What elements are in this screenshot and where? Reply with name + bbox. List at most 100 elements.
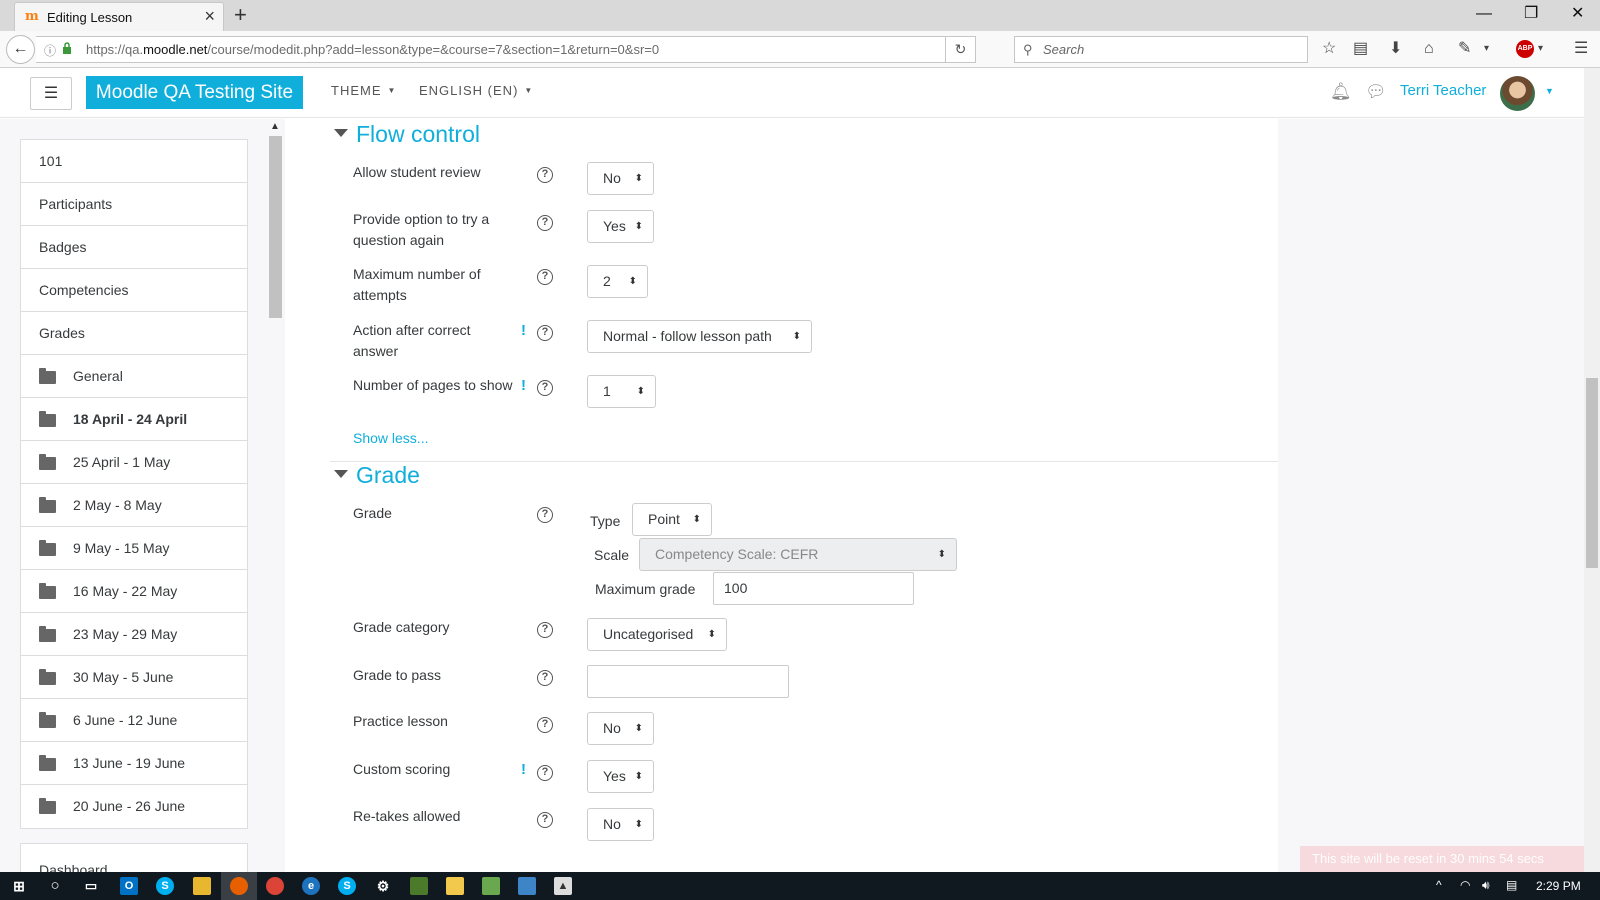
nav-item[interactable]: 20 June - 26 June xyxy=(21,785,247,828)
retakes-allowed-select[interactable]: No ⬍ xyxy=(587,808,654,841)
page-scroll-thumb[interactable] xyxy=(1586,378,1598,568)
user-menu-chevron-icon[interactable]: ▼ xyxy=(1545,86,1554,96)
custom-scoring-select[interactable]: Yes ⬍ xyxy=(587,760,654,793)
allow-review-select[interactable]: No ⬍ xyxy=(587,162,654,195)
file-explorer-icon[interactable] xyxy=(193,877,211,895)
pages-to-show-select[interactable]: 1 ⬍ xyxy=(587,375,656,408)
grade-scale-select[interactable]: Competency Scale: CEFR ⬍ xyxy=(639,538,957,571)
theme-menu[interactable]: THEME ▼ xyxy=(331,83,396,98)
help-icon[interactable]: ? xyxy=(537,812,553,828)
settings-gear-icon[interactable]: ⚙ xyxy=(374,877,392,895)
nav-item[interactable]: General xyxy=(21,355,247,398)
app-icon[interactable] xyxy=(410,877,428,895)
reading-list-icon[interactable]: ▤ xyxy=(1353,39,1368,59)
task-view-icon[interactable]: ▭ xyxy=(82,877,100,895)
nav-item[interactable]: 101 xyxy=(21,140,247,183)
avatar[interactable] xyxy=(1500,76,1535,111)
help-icon[interactable]: ? xyxy=(537,670,553,686)
language-menu[interactable]: ENGLISH (EN) ▼ xyxy=(419,83,533,98)
nav-item[interactable]: 25 April - 1 May xyxy=(21,441,247,484)
nav-item[interactable]: Competencies xyxy=(21,269,247,312)
nav-item[interactable]: 6 June - 12 June xyxy=(21,699,247,742)
notepad-icon[interactable] xyxy=(446,877,464,895)
back-icon[interactable]: ← xyxy=(6,35,35,64)
grade-section-toggle[interactable]: Grade xyxy=(334,462,420,489)
outlook-icon[interactable]: O xyxy=(120,877,138,895)
nav-item[interactable]: 2 May - 8 May xyxy=(21,484,247,527)
download-icon[interactable]: ⬇ xyxy=(1389,39,1402,59)
skype-business-icon[interactable]: S xyxy=(338,877,356,895)
flow-control-section-toggle[interactable]: Flow control xyxy=(334,121,480,148)
info-icon[interactable]: ⓘ xyxy=(44,42,56,59)
reload-icon[interactable]: ↻ xyxy=(945,37,975,62)
nav-drawer-toggle-icon[interactable]: ☰ xyxy=(30,77,72,110)
grade-to-pass-input[interactable] xyxy=(587,665,789,698)
taskbar-clock[interactable]: 2:29 PM xyxy=(1536,879,1581,893)
user-menu-name[interactable]: Terri Teacher xyxy=(1400,82,1486,99)
action-center-icon[interactable]: ▤ xyxy=(1506,878,1517,892)
scroll-up-icon[interactable]: ▲ xyxy=(270,121,280,132)
dashboard-nav-item[interactable]: Dashboard xyxy=(20,843,248,872)
adblock-dropdown-icon[interactable]: ▾ xyxy=(1538,39,1543,59)
site-name-link[interactable]: Moodle QA Testing Site xyxy=(86,76,303,109)
tab-close-icon[interactable]: × xyxy=(204,7,215,25)
max-grade-input[interactable]: 100 xyxy=(713,572,914,605)
nav-item[interactable]: 18 April - 24 April xyxy=(21,398,247,441)
nav-item[interactable]: Participants xyxy=(21,183,247,226)
grade-type-select[interactable]: Point ⬍ xyxy=(632,503,712,536)
page-scrollbar[interactable] xyxy=(1584,68,1600,872)
home-icon[interactable]: ⌂ xyxy=(1424,39,1434,59)
nav-item[interactable]: Grades xyxy=(21,312,247,355)
nav-item[interactable]: Badges xyxy=(21,226,247,269)
photos-icon[interactable]: ▲ xyxy=(554,877,572,895)
action-after-correct-select[interactable]: Normal - follow lesson path ⬍ xyxy=(587,320,812,353)
chrome-icon[interactable] xyxy=(266,877,284,895)
grade-category-label: Grade category xyxy=(353,619,450,635)
windows-start-icon[interactable]: ⊞ xyxy=(10,877,28,895)
help-icon[interactable]: ? xyxy=(537,325,553,341)
cortana-search-icon[interactable]: ○ xyxy=(46,877,64,895)
browser-search-input[interactable]: ⚲ Search xyxy=(1014,36,1308,63)
edge-icon[interactable]: e xyxy=(302,877,320,895)
help-icon[interactable]: ? xyxy=(537,622,553,638)
help-icon[interactable]: ? xyxy=(537,215,553,231)
adblock-icon[interactable]: ABP xyxy=(1516,40,1534,58)
help-icon[interactable]: ? xyxy=(537,380,553,396)
bookmark-star-icon[interactable]: ☆ xyxy=(1322,39,1336,59)
nav-drawer-scrollbar[interactable]: ▲ xyxy=(265,119,285,872)
wifi-icon[interactable]: ◠ xyxy=(1460,878,1470,892)
browser-menu-icon[interactable]: ☰ xyxy=(1574,39,1588,59)
nav-item[interactable]: 23 May - 29 May xyxy=(21,613,247,656)
messages-icon[interactable]: 💬︎ xyxy=(1365,82,1387,102)
help-icon[interactable]: ? xyxy=(537,507,553,523)
grade-category-select[interactable]: Uncategorised ⬍ xyxy=(587,618,727,651)
help-icon[interactable]: ? xyxy=(537,167,553,183)
extension-icon[interactable]: ✎ xyxy=(1458,39,1471,59)
window-close-icon[interactable]: ✕ xyxy=(1571,4,1584,24)
volume-icon[interactable]: 🔊︎ xyxy=(1482,878,1490,893)
url-bar[interactable]: ⓘ https://qa.moodle.net/course/modedit.p… xyxy=(36,36,976,63)
new-tab-icon[interactable]: + xyxy=(234,4,247,26)
show-less-link[interactable]: Show less... xyxy=(353,430,428,446)
nav-item[interactable]: 9 May - 15 May xyxy=(21,527,247,570)
nav-item[interactable]: 16 May - 22 May xyxy=(21,570,247,613)
try-again-select[interactable]: Yes ⬍ xyxy=(587,210,654,243)
help-icon[interactable]: ? xyxy=(537,269,553,285)
practice-lesson-select[interactable]: No ⬍ xyxy=(587,712,654,745)
help-icon[interactable]: ? xyxy=(537,717,553,733)
extension-dropdown-icon[interactable]: ▾ xyxy=(1484,39,1489,59)
restore-icon[interactable]: ❐ xyxy=(1524,4,1538,24)
minimize-icon[interactable]: — xyxy=(1476,4,1492,24)
firefox-icon[interactable] xyxy=(230,877,248,895)
skype-icon[interactable]: S xyxy=(156,877,174,895)
remote-desktop-icon[interactable] xyxy=(518,877,536,895)
app-icon[interactable] xyxy=(482,877,500,895)
nav-drawer-scroll-thumb[interactable] xyxy=(269,136,282,318)
nav-item[interactable]: 30 May - 5 June xyxy=(21,656,247,699)
max-attempts-select[interactable]: 2 ⬍ xyxy=(587,265,648,298)
notifications-bell-icon[interactable]: 🔔︎ xyxy=(1330,82,1352,102)
help-icon[interactable]: ? xyxy=(537,765,553,781)
browser-tab[interactable]: m Editing Lesson × xyxy=(14,2,224,31)
nav-item[interactable]: 13 June - 19 June xyxy=(21,742,247,785)
tray-expand-icon[interactable]: ^ xyxy=(1436,878,1442,892)
